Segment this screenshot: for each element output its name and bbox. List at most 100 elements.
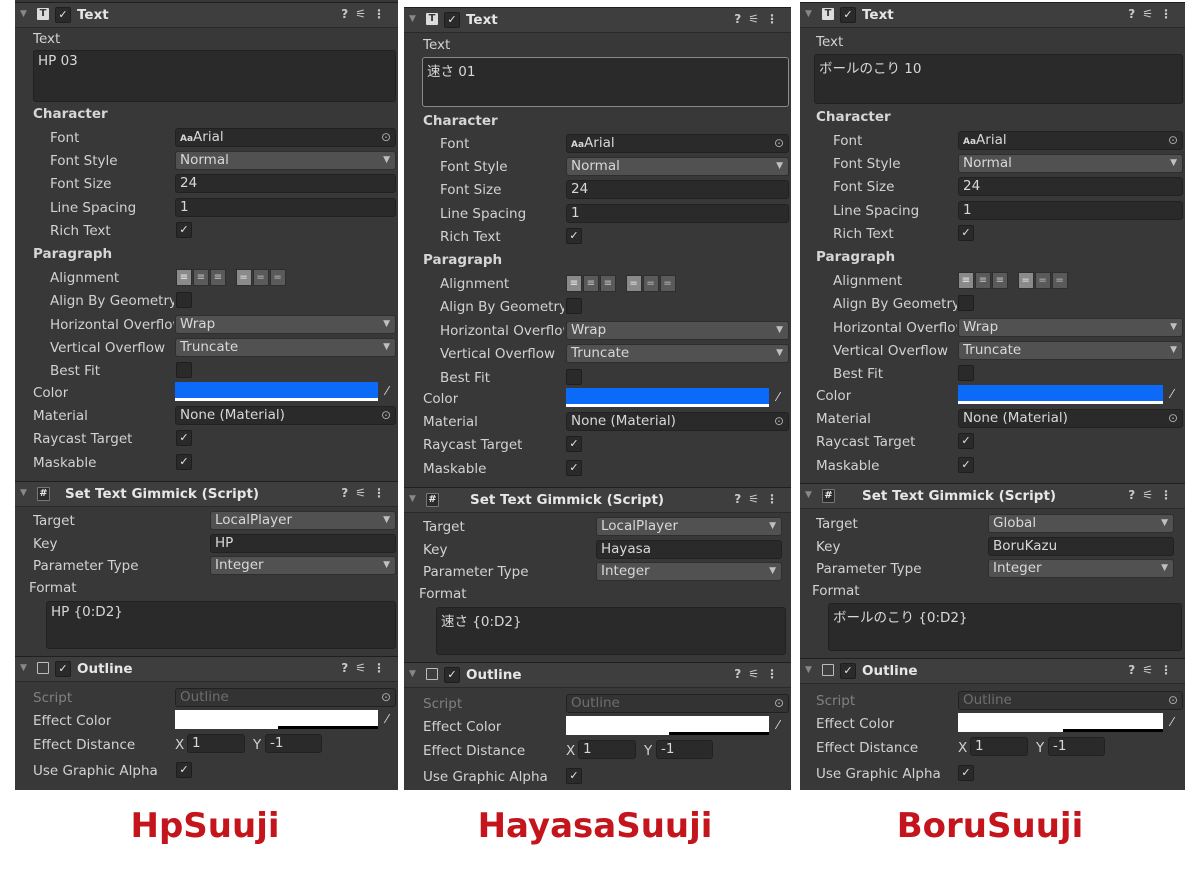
kebab-menu-icon[interactable]: ⋮ [373,661,392,675]
outline-enabled-checkbox[interactable]: ✓ [840,663,856,679]
maskable-checkbox[interactable]: ✓ [566,460,582,476]
alignment-buttons[interactable]: ≡ ≡ ≡ = = = [566,274,677,292]
y-field[interactable]: -1 [656,740,713,759]
help-icon[interactable]: ? [1128,488,1142,502]
text-component-header[interactable]: ▼ T ✓ Text ?⚟⋮ [15,2,398,28]
eyedropper-icon[interactable]: ⁄ [769,716,787,735]
param-type-dropdown[interactable]: Integer ▼ [210,556,396,575]
target-dropdown[interactable]: Global ▼ [988,514,1174,533]
outline-enabled-checkbox[interactable]: ✓ [55,661,71,677]
font-size-field[interactable]: 24 [958,177,1183,196]
preset-sliders-icon[interactable]: ⚟ [355,7,373,21]
target-dropdown[interactable]: LocalPlayer ▼ [210,511,396,530]
h-overflow-dropdown[interactable]: Wrap ▼ [958,318,1183,337]
align-top-icon[interactable]: = [235,269,252,286]
rich-text-checkbox[interactable]: ✓ [176,222,192,238]
kebab-menu-icon[interactable]: ⋮ [373,7,392,21]
v-overflow-dropdown[interactable]: Truncate ▼ [958,341,1183,360]
align-center-icon[interactable]: ≡ [583,275,599,292]
preset-sliders-icon[interactable]: ⚟ [1142,488,1160,502]
object-target-icon[interactable]: ⊙ [1168,132,1178,149]
align-geometry-checkbox[interactable]: ✓ [566,298,582,314]
align-right-icon[interactable]: ≡ [992,272,1008,289]
outline-component-header[interactable]: ▼ ✓ Outline ?⚟⋮ [404,662,791,688]
fold-arrow-icon[interactable]: ▼ [805,490,812,500]
kebab-menu-icon[interactable]: ⋮ [1160,663,1179,677]
kebab-menu-icon[interactable]: ⋮ [766,667,785,681]
text-value-area[interactable]: ボールのこり 10 [814,54,1183,104]
help-icon[interactable]: ? [341,486,355,500]
key-field[interactable]: BoruKazu [988,537,1174,556]
format-area[interactable]: ボールのこり {0:D2} [828,603,1182,651]
align-center-icon[interactable]: ≡ [975,272,991,289]
color-swatch[interactable] [175,382,378,401]
header-icons[interactable]: ?⚟⋮ [734,667,785,681]
kebab-menu-icon[interactable]: ⋮ [373,486,392,500]
text-value-area[interactable]: HP 03 [33,50,396,102]
preset-sliders-icon[interactable]: ⚟ [748,667,766,681]
align-top-icon[interactable]: = [625,275,642,292]
param-type-dropdown[interactable]: Integer ▼ [988,559,1174,578]
effect-color-swatch[interactable] [958,713,1163,732]
align-right-icon[interactable]: ≡ [210,269,226,286]
help-icon[interactable]: ? [734,667,748,681]
object-target-icon[interactable]: ⊙ [381,407,391,424]
preset-sliders-icon[interactable]: ⚟ [355,486,373,500]
fold-arrow-icon[interactable]: ▼ [409,494,416,504]
kebab-menu-icon[interactable]: ⋮ [1160,7,1179,21]
use-alpha-checkbox[interactable]: ✓ [176,762,192,778]
eyedropper-icon[interactable]: ⁄ [378,382,396,401]
object-target-icon[interactable]: ⊙ [774,135,784,152]
header-icons[interactable]: ?⚟⋮ [1128,7,1179,21]
raycast-checkbox[interactable]: ✓ [958,433,974,449]
text-enabled-checkbox[interactable]: ✓ [55,7,71,23]
best-fit-checkbox[interactable]: ✓ [176,362,192,378]
line-spacing-field[interactable]: 1 [566,204,789,223]
align-right-icon[interactable]: ≡ [600,275,616,292]
best-fit-checkbox[interactable]: ✓ [566,369,582,385]
rich-text-checkbox[interactable]: ✓ [566,228,582,244]
align-bottom-icon[interactable]: = [1051,272,1068,289]
eyedropper-icon[interactable]: ⁄ [1163,713,1181,732]
preset-sliders-icon[interactable]: ⚟ [1142,7,1160,21]
key-field[interactable]: Hayasa [596,540,782,559]
x-field[interactable]: 1 [187,734,245,753]
y-field[interactable]: -1 [1048,737,1105,756]
h-overflow-dropdown[interactable]: Wrap ▼ [175,315,396,334]
rich-text-checkbox[interactable]: ✓ [958,225,974,241]
color-swatch[interactable] [566,388,769,407]
color-swatch[interactable] [958,385,1163,404]
preset-sliders-icon[interactable]: ⚟ [1142,663,1160,677]
v-overflow-dropdown[interactable]: Truncate ▼ [175,338,396,357]
fold-arrow-icon[interactable]: ▼ [409,669,416,679]
font-style-dropdown[interactable]: Normal ▼ [958,154,1183,173]
header-icons[interactable]: ?⚟⋮ [734,12,785,26]
line-spacing-field[interactable]: 1 [175,198,396,217]
use-alpha-checkbox[interactable]: ✓ [958,765,974,781]
text-value-area[interactable]: 速さ 01 [422,57,789,107]
alignment-buttons[interactable]: ≡ ≡ ≡ = = = [958,271,1069,289]
maskable-checkbox[interactable]: ✓ [176,454,192,470]
help-icon[interactable]: ? [341,7,355,21]
x-field[interactable]: 1 [578,740,636,759]
material-field[interactable]: None (Material) ⊙ [175,406,396,425]
align-top-icon[interactable]: = [1017,272,1034,289]
text-component-header[interactable]: ▼ T ✓ Text ?⚟⋮ [800,2,1185,28]
header-icons[interactable]: ?⚟⋮ [341,486,392,500]
object-target-icon[interactable]: ⊙ [381,129,391,146]
eyedropper-icon[interactable]: ⁄ [378,710,396,729]
kebab-menu-icon[interactable]: ⋮ [766,12,785,26]
format-area[interactable]: 速さ {0:D2} [436,607,786,655]
help-icon[interactable]: ? [1128,663,1142,677]
text-component-header[interactable]: ▼ T ✓ Text ?⚟⋮ [404,7,791,33]
use-alpha-checkbox[interactable]: ✓ [566,768,582,784]
script-component-header[interactable]: ▼ # Set Text Gimmick (Script) ?⚟⋮ [15,481,398,507]
font-size-field[interactable]: 24 [175,174,396,193]
outline-component-header[interactable]: ▼ ✓ Outline ?⚟⋮ [800,658,1185,684]
best-fit-checkbox[interactable]: ✓ [958,365,974,381]
header-icons[interactable]: ?⚟⋮ [734,492,785,506]
line-spacing-field[interactable]: 1 [958,201,1183,220]
fold-arrow-icon[interactable]: ▼ [20,9,27,19]
preset-sliders-icon[interactable]: ⚟ [355,661,373,675]
alignment-buttons[interactable]: ≡ ≡ ≡ = = = [176,268,287,286]
